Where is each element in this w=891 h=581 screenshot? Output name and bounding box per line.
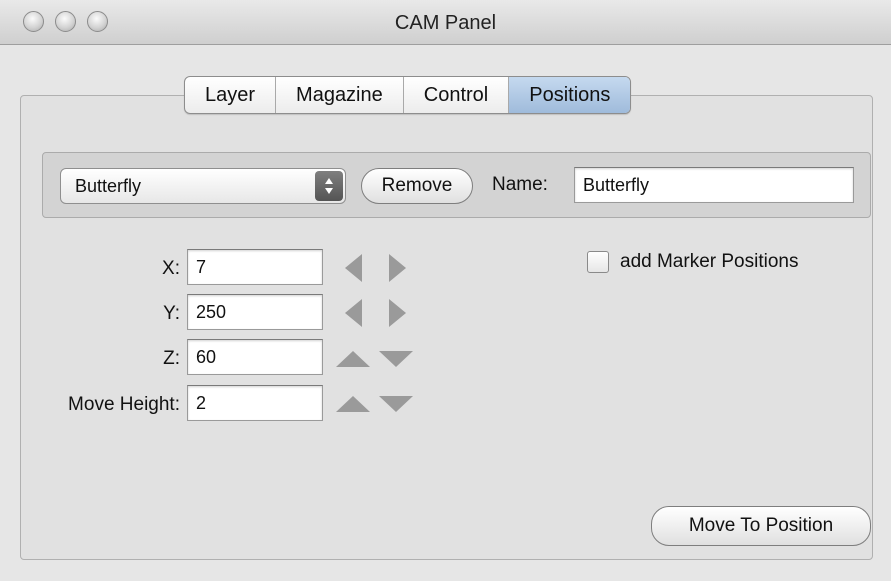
x-label: X:: [162, 258, 180, 279]
name-field[interactable]: Butterfly: [574, 167, 854, 203]
z-field[interactable]: 60: [187, 339, 323, 375]
move-to-position-button[interactable]: Move To Position: [651, 506, 871, 546]
up-arrow-icon[interactable]: [336, 351, 370, 367]
title-bar[interactable]: CAM Panel: [0, 0, 891, 45]
z-label: Z:: [163, 348, 180, 369]
move-height-label: Move Height:: [68, 394, 180, 415]
name-label: Name:: [492, 174, 548, 195]
tab-positions[interactable]: Positions: [509, 77, 631, 113]
right-arrow-icon[interactable]: [389, 254, 406, 282]
left-arrow-icon[interactable]: [345, 299, 362, 327]
y-label: Y:: [163, 303, 180, 324]
right-arrow-icon[interactable]: [389, 299, 406, 327]
position-select[interactable]: Butterfly: [60, 168, 346, 204]
add-marker-positions-label: add Marker Positions: [620, 251, 799, 272]
down-arrow-icon[interactable]: [379, 351, 413, 367]
tab-magazine[interactable]: Magazine: [276, 77, 404, 113]
up-arrow-icon[interactable]: [336, 396, 370, 412]
add-marker-positions-checkbox[interactable]: [587, 251, 609, 273]
window-title: CAM Panel: [394, 12, 497, 34]
up-down-arrows-icon: [315, 171, 343, 201]
down-arrow-icon[interactable]: [379, 396, 413, 412]
tab-control[interactable]: Control: [404, 77, 510, 113]
move-height-field[interactable]: 2: [187, 385, 323, 421]
position-select-value: Butterfly: [75, 176, 142, 196]
left-arrow-icon[interactable]: [345, 254, 362, 282]
remove-button[interactable]: Remove: [361, 168, 473, 204]
x-field[interactable]: 7: [187, 249, 323, 285]
y-field[interactable]: 250: [187, 294, 323, 330]
tab-layer[interactable]: Layer: [185, 77, 277, 113]
tab-bar: Layer Magazine Control Positions: [184, 76, 632, 114]
